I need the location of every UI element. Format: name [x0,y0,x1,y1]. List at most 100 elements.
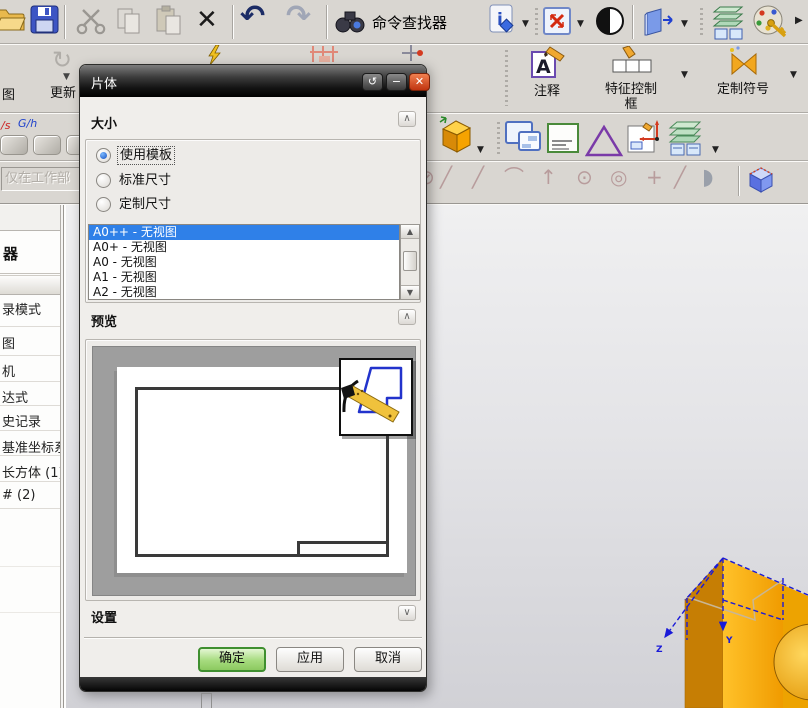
export-book-icon[interactable] [642,6,678,36]
ok-button[interactable]: 确定 [198,647,266,672]
annotation-label: 注释 [533,84,560,99]
open-folder-icon[interactable] [0,6,26,34]
model-cube-icon[interactable] [437,116,475,156]
feature-tool-icon[interactable] [33,135,61,155]
divider [84,637,422,639]
sketch-line-icon[interactable]: ╱ [440,167,452,187]
caret-down-icon[interactable]: ▼ [712,146,719,155]
tree-item[interactable]: 史记录 [0,411,60,430]
scroll-up-button[interactable]: ▲ [401,225,419,239]
axis-z-label: Z [656,645,663,655]
sketch-arrow-icon[interactable]: ↑ [540,167,557,187]
undo-icon[interactable]: ↶ [240,2,265,32]
triangle-symbol-icon[interactable] [585,124,624,159]
sketch-surface-icon[interactable]: ◗ [702,167,714,189]
navigator-column-header[interactable] [0,275,60,295]
lightning-icon[interactable] [206,45,222,65]
panel-resize-handle[interactable] [63,205,64,708]
splitter-stub[interactable] [201,693,212,708]
list-item[interactable]: A2 - 无视图 [89,285,399,299]
feature-tool-icon[interactable] [0,135,28,155]
layer-settings-icon[interactable] [710,3,746,41]
dialog-titlebar[interactable]: 片体 ↺ − ✕ [80,65,430,97]
caret-down-icon[interactable]: ▼ [522,20,529,29]
list-item[interactable]: A1 - 无视图 [89,270,399,285]
view-layout-label[interactable]: 图 [2,84,15,103]
tree-item[interactable]: 基准坐标系 [0,437,60,456]
caret-down-icon[interactable]: ▼ [681,71,688,80]
paste-icon[interactable] [154,5,184,37]
list-scrollbar[interactable]: ▲ ▼ [400,224,420,300]
radio-use-template-label[interactable]: 使用模板 [117,146,176,165]
scrollbar-thumb[interactable] [403,251,417,271]
caret-down-icon[interactable]: ▼ [577,20,584,29]
scroll-down-button[interactable]: ▼ [401,285,419,299]
tree-item[interactable]: 机 [0,361,60,380]
feature-control-frame-button[interactable]: 特征控制 框 [583,46,679,112]
fit-view-icon[interactable] [542,6,572,36]
radio-custom-size[interactable] [96,197,111,212]
grid-dimension-icon[interactable] [308,44,340,64]
note-icon[interactable] [546,122,581,156]
save-icon[interactable] [30,5,60,35]
caret-down-icon[interactable]: ▼ [681,20,688,29]
radio-custom-size-label[interactable]: 定制尺寸 [119,196,171,213]
drag-handle[interactable] [497,122,500,156]
tree-item[interactable]: 达式 [0,387,60,406]
layer-stack-icon[interactable] [666,118,706,158]
update-label[interactable]: 更新 [50,82,76,101]
delete-icon[interactable]: ✕ [196,7,218,33]
dialog-close-button[interactable]: ✕ [409,73,430,91]
target-point-icon[interactable] [398,44,424,62]
template-list[interactable]: A0++ - 无视图 A0+ - 无视图 A0 - 无视图 A1 - 无视图 A… [88,224,400,300]
new-sheet-icon[interactable] [504,119,542,157]
3d-model-block[interactable]: Z Y [620,540,808,708]
command-finder-button[interactable]: 命令查找器 [334,4,476,40]
sketch-slash-icon[interactable]: ╱ [674,167,686,187]
radio-use-template[interactable] [96,148,111,163]
drag-handle[interactable] [535,8,538,36]
visualization-palette-icon[interactable] [751,3,789,41]
tree-item[interactable]: 录模式 [0,299,60,318]
update-display-icon[interactable]: ↻ [52,48,72,72]
dialog-minimize-button[interactable]: − [386,73,407,91]
caret-down-icon[interactable]: ▼ [477,146,484,155]
sketch-arc-icon[interactable]: ⌒ [504,167,524,187]
drag-handle[interactable] [505,50,508,106]
caret-right-icon[interactable]: ▶ [795,16,803,26]
chevron-up-icon[interactable]: ∧ [398,111,416,127]
chevron-down-icon[interactable]: ∨ [398,605,416,621]
redo-icon[interactable]: ↷ [286,2,311,32]
radio-standard-size[interactable] [96,173,111,188]
sketch-circle-center-icon[interactable]: ⊙ [576,167,593,187]
caret-down-icon[interactable]: ▼ [63,73,70,82]
sketch-plus-icon[interactable]: + [646,167,663,187]
list-item[interactable]: A0 - 无视图 [89,255,399,270]
annotation-button[interactable]: A 注释 [515,46,579,110]
cut-icon[interactable] [76,7,106,35]
work-part-only-dropdown[interactable]: 仅在工作部 [1,167,80,191]
tree-item[interactable]: 图 [0,333,60,352]
separator [64,5,66,39]
tree-item[interactable]: # (2) [0,488,60,503]
drag-handle[interactable] [700,8,703,36]
copy-icon[interactable] [114,6,144,36]
custom-symbol-button[interactable]: 定制符号 [698,46,788,110]
tree-item[interactable]: 长方体 (1) [0,462,60,481]
info-icon[interactable]: i [488,3,516,37]
list-item[interactable]: A0+ - 无视图 [89,240,399,255]
chevron-up-icon[interactable]: ∧ [398,309,416,325]
apply-button[interactable]: 应用 [276,647,344,672]
drawing-view-icon[interactable] [626,119,665,157]
list-item[interactable]: A0++ - 无视图 [89,225,399,240]
radio-standard-size-label[interactable]: 标准尺寸 [119,172,171,189]
sketch-circle-icon[interactable]: ◎ [610,167,627,187]
cancel-button[interactable]: 取消 [354,647,422,672]
dialog-reset-button[interactable]: ↺ [362,73,383,91]
navigator-tab-strip[interactable] [0,205,60,231]
sketch-line-point-icon[interactable]: ╱ [472,167,484,187]
caret-down-icon[interactable]: ▼ [790,71,797,80]
speed-label-gh: G/h [18,117,38,130]
wireframe-cube-icon[interactable] [746,164,776,194]
display-mode-icon[interactable] [594,5,626,37]
